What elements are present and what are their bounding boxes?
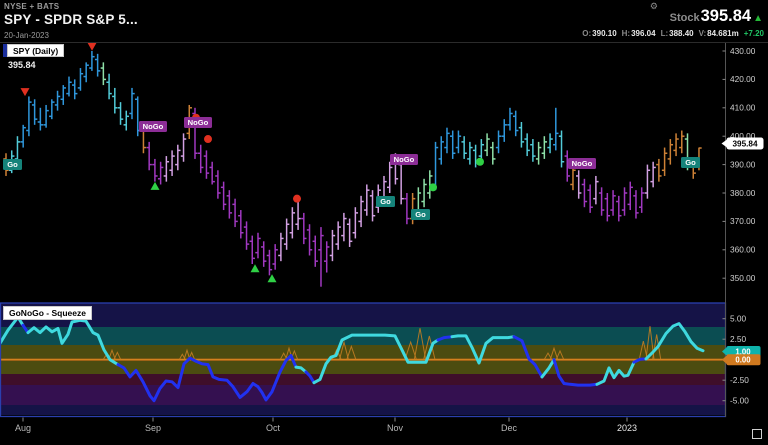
go-countertrend-dot-icon: [429, 183, 437, 191]
nogo-trend-down-triangle-icon: [21, 88, 30, 96]
osc-y-tick-label: 5.00: [730, 314, 747, 324]
change-value: +7.20: [744, 29, 764, 38]
nogo-signal-label: NoGo: [572, 159, 593, 168]
go-trend-up-triangle-icon: [251, 264, 260, 272]
y-tick-label: 420.00: [730, 74, 756, 84]
ohlc-readout: O:390.10 H:396.04 L:388.40 V:84.681m +7.…: [582, 29, 764, 38]
nogo-countertrend-dot-icon: [204, 135, 212, 143]
open-label: O:: [582, 29, 591, 38]
nogo-signal-label: NoGo: [143, 122, 164, 131]
y-tick-label: 390.00: [730, 159, 756, 169]
gear-icon[interactable]: ⚙: [650, 1, 658, 12]
x-tick-label: Sep: [145, 423, 161, 433]
osc-value-tag: 0.00: [735, 356, 751, 365]
y-tick-label: 380.00: [730, 188, 756, 198]
osc-y-tick-label: -5.00: [730, 396, 749, 406]
y-tick-label: 430.00: [730, 46, 756, 56]
go-trend-up-triangle-icon: [151, 182, 160, 190]
go-signal-label: Go: [415, 210, 426, 219]
nogo-signal-label: NoGo: [188, 118, 209, 127]
watermark-text: Stock: [670, 12, 700, 24]
open-value: 390.10: [592, 29, 616, 38]
osc-y-tick-label: -2.50: [730, 375, 749, 385]
nogo-signal-label: NoGo: [394, 155, 415, 164]
symbol-title: SPY - SPDR S&P 5...: [4, 12, 138, 27]
go-countertrend-dot-icon: [476, 158, 484, 166]
header-divider: [0, 42, 768, 43]
chart-canvas[interactable]: 430.00420.00410.00400.00390.00380.00370.…: [0, 0, 768, 445]
exchange-label: NYSE + BATS: [4, 2, 59, 11]
go-signal-label: Go: [685, 158, 696, 167]
squeeze-band: [1, 405, 725, 415]
high-value: 396.04: [631, 29, 655, 38]
x-tick-label: Aug: [15, 423, 31, 433]
price-up-arrow-icon: ▲: [753, 13, 763, 24]
series-legend[interactable]: SPY (Daily): [3, 44, 64, 57]
go-trend-up-triangle-icon: [268, 274, 277, 282]
osc-y-tick-label: 2.50: [730, 334, 747, 344]
oscillator-panel: [0, 303, 726, 417]
watermark-price-group: Stock 395.84 ▲: [670, 7, 763, 26]
go-signal-label: Go: [7, 160, 18, 169]
squeeze-band: [1, 303, 725, 327]
nogo-trend-down-triangle-icon: [88, 43, 97, 51]
y-tick-label: 410.00: [730, 103, 756, 113]
nogo-countertrend-dot-icon: [293, 195, 301, 203]
squeeze-band: [1, 385, 725, 405]
last-price-tag-pointer: [722, 140, 728, 148]
oscillator-title: GoNoGo - Squeeze: [3, 306, 92, 320]
volume-label: V:: [699, 29, 707, 38]
y-tick-label: 360.00: [730, 245, 756, 255]
y-tick-label: 350.00: [730, 273, 756, 283]
charting-app-window: 430.00420.00410.00400.00390.00380.00370.…: [0, 0, 768, 445]
y-tick-label: 370.00: [730, 216, 756, 226]
x-tick-label: Oct: [266, 423, 281, 433]
last-price-tag: 395.84: [732, 140, 757, 149]
legend-symbol: SPY (Daily): [7, 44, 64, 57]
chart-date: 20-Jan-2023: [4, 31, 49, 40]
go-signal-label: Go: [380, 197, 391, 206]
volume-value: 84.681m: [707, 29, 739, 38]
low-label: L:: [661, 29, 669, 38]
current-price-big: 395.84: [701, 7, 751, 26]
high-label: H:: [622, 29, 630, 38]
x-tick-label: Dec: [501, 423, 518, 433]
low-value: 388.40: [669, 29, 693, 38]
x-tick-label: Nov: [387, 423, 404, 433]
corner-resize-handle[interactable]: [752, 429, 762, 439]
x-tick-label: 2023: [617, 423, 637, 433]
legend-last-price: 395.84: [8, 60, 36, 70]
